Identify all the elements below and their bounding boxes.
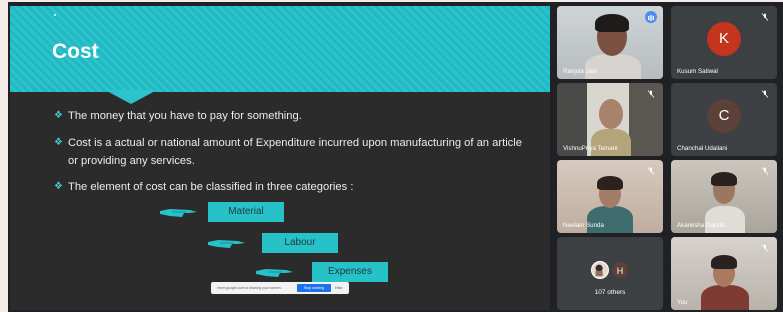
pointing-hand-icon — [256, 269, 293, 277]
participant-tile-kusum[interactable]: K Kusum Satiwal — [671, 6, 777, 79]
flow-item-expenses: Expenses — [256, 262, 396, 282]
person-hair — [711, 255, 737, 269]
person-hair — [711, 172, 737, 186]
flow-box: Labour — [262, 233, 338, 253]
participant-tile-you[interactable]: You — [671, 237, 777, 310]
person-body — [585, 54, 641, 79]
participant-tile-akanksha[interactable]: Akanksha Ganda — [671, 160, 777, 233]
flow-box: Expenses — [312, 262, 388, 282]
mic-off-icon — [761, 90, 769, 98]
participant-name: You — [677, 299, 688, 306]
mic-off-icon — [647, 90, 655, 98]
bullet-mark: ❖ — [54, 137, 63, 148]
slide-title: Cost — [52, 40, 99, 63]
mic-off-icon — [761, 167, 769, 175]
pointing-hand-icon — [160, 209, 197, 217]
bullet-mark: ❖ — [54, 110, 63, 121]
participant-name: Chanchal Udailani — [677, 145, 728, 152]
person-hair — [597, 176, 623, 190]
flow-item-material: Material — [160, 202, 290, 222]
participant-tile-others[interactable]: H 107 others — [557, 237, 663, 310]
participant-name: Kusum Satiwal — [677, 68, 718, 75]
audio-level-icon — [645, 11, 657, 23]
header-notch — [105, 90, 157, 104]
presentation-slide: Cost ❖ The money that you have to pay fo… — [10, 6, 550, 310]
bullet-2: ❖ Cost is a actual or national amount of… — [54, 134, 528, 170]
participant-tile-neelam[interactable]: Neelam Sunda — [557, 160, 663, 233]
avatar: C — [707, 99, 741, 133]
participant-name: Akanksha Ganda — [677, 222, 725, 229]
others-count: 107 others — [594, 289, 626, 296]
avatar: K — [707, 22, 741, 56]
bullet-text: The element of cost can be classified in… — [68, 181, 354, 193]
share-message: meet.google.com is sharing your screen. — [217, 286, 282, 290]
bullet-1: ❖ The money that you have to pay for som… — [54, 107, 528, 125]
participant-tile-ranjula[interactable]: Ranjula Jain — [557, 6, 663, 79]
avatar: H — [611, 261, 629, 279]
mic-off-icon — [761, 13, 769, 21]
participant-tile-vishnupriya[interactable]: VishnuPriya Temani — [557, 83, 663, 156]
pointing-hand-icon — [208, 240, 245, 248]
avatar — [591, 261, 609, 279]
mic-off-icon — [647, 167, 655, 175]
person-body — [701, 285, 749, 310]
person-hair — [595, 14, 629, 32]
flow-item-labour: Labour — [208, 233, 348, 253]
hide-banner-button[interactable]: Hide — [331, 286, 342, 290]
participant-tile-chanchal[interactable]: C Chanchal Udailani — [671, 83, 777, 156]
slide-dot — [54, 14, 56, 16]
participant-name: Ranjula Jain — [563, 68, 598, 75]
mic-off-icon — [761, 244, 769, 252]
flow-box: Material — [208, 202, 284, 222]
bullet-text: Cost is a actual or national amount of E… — [68, 137, 522, 167]
stop-sharing-button[interactable]: Stop sharing — [297, 284, 331, 292]
screen-share-banner: meet.google.com is sharing your screen. … — [211, 282, 349, 294]
bullet-text: The money that you have to pay for somet… — [68, 110, 302, 122]
bullet-mark: ❖ — [54, 181, 63, 192]
person-head — [599, 99, 623, 129]
participant-name: VishnuPriya Temani — [563, 145, 618, 152]
participant-name: Neelam Sunda — [563, 222, 604, 229]
bullet-3: ❖ The element of cost can be classified … — [54, 178, 528, 196]
